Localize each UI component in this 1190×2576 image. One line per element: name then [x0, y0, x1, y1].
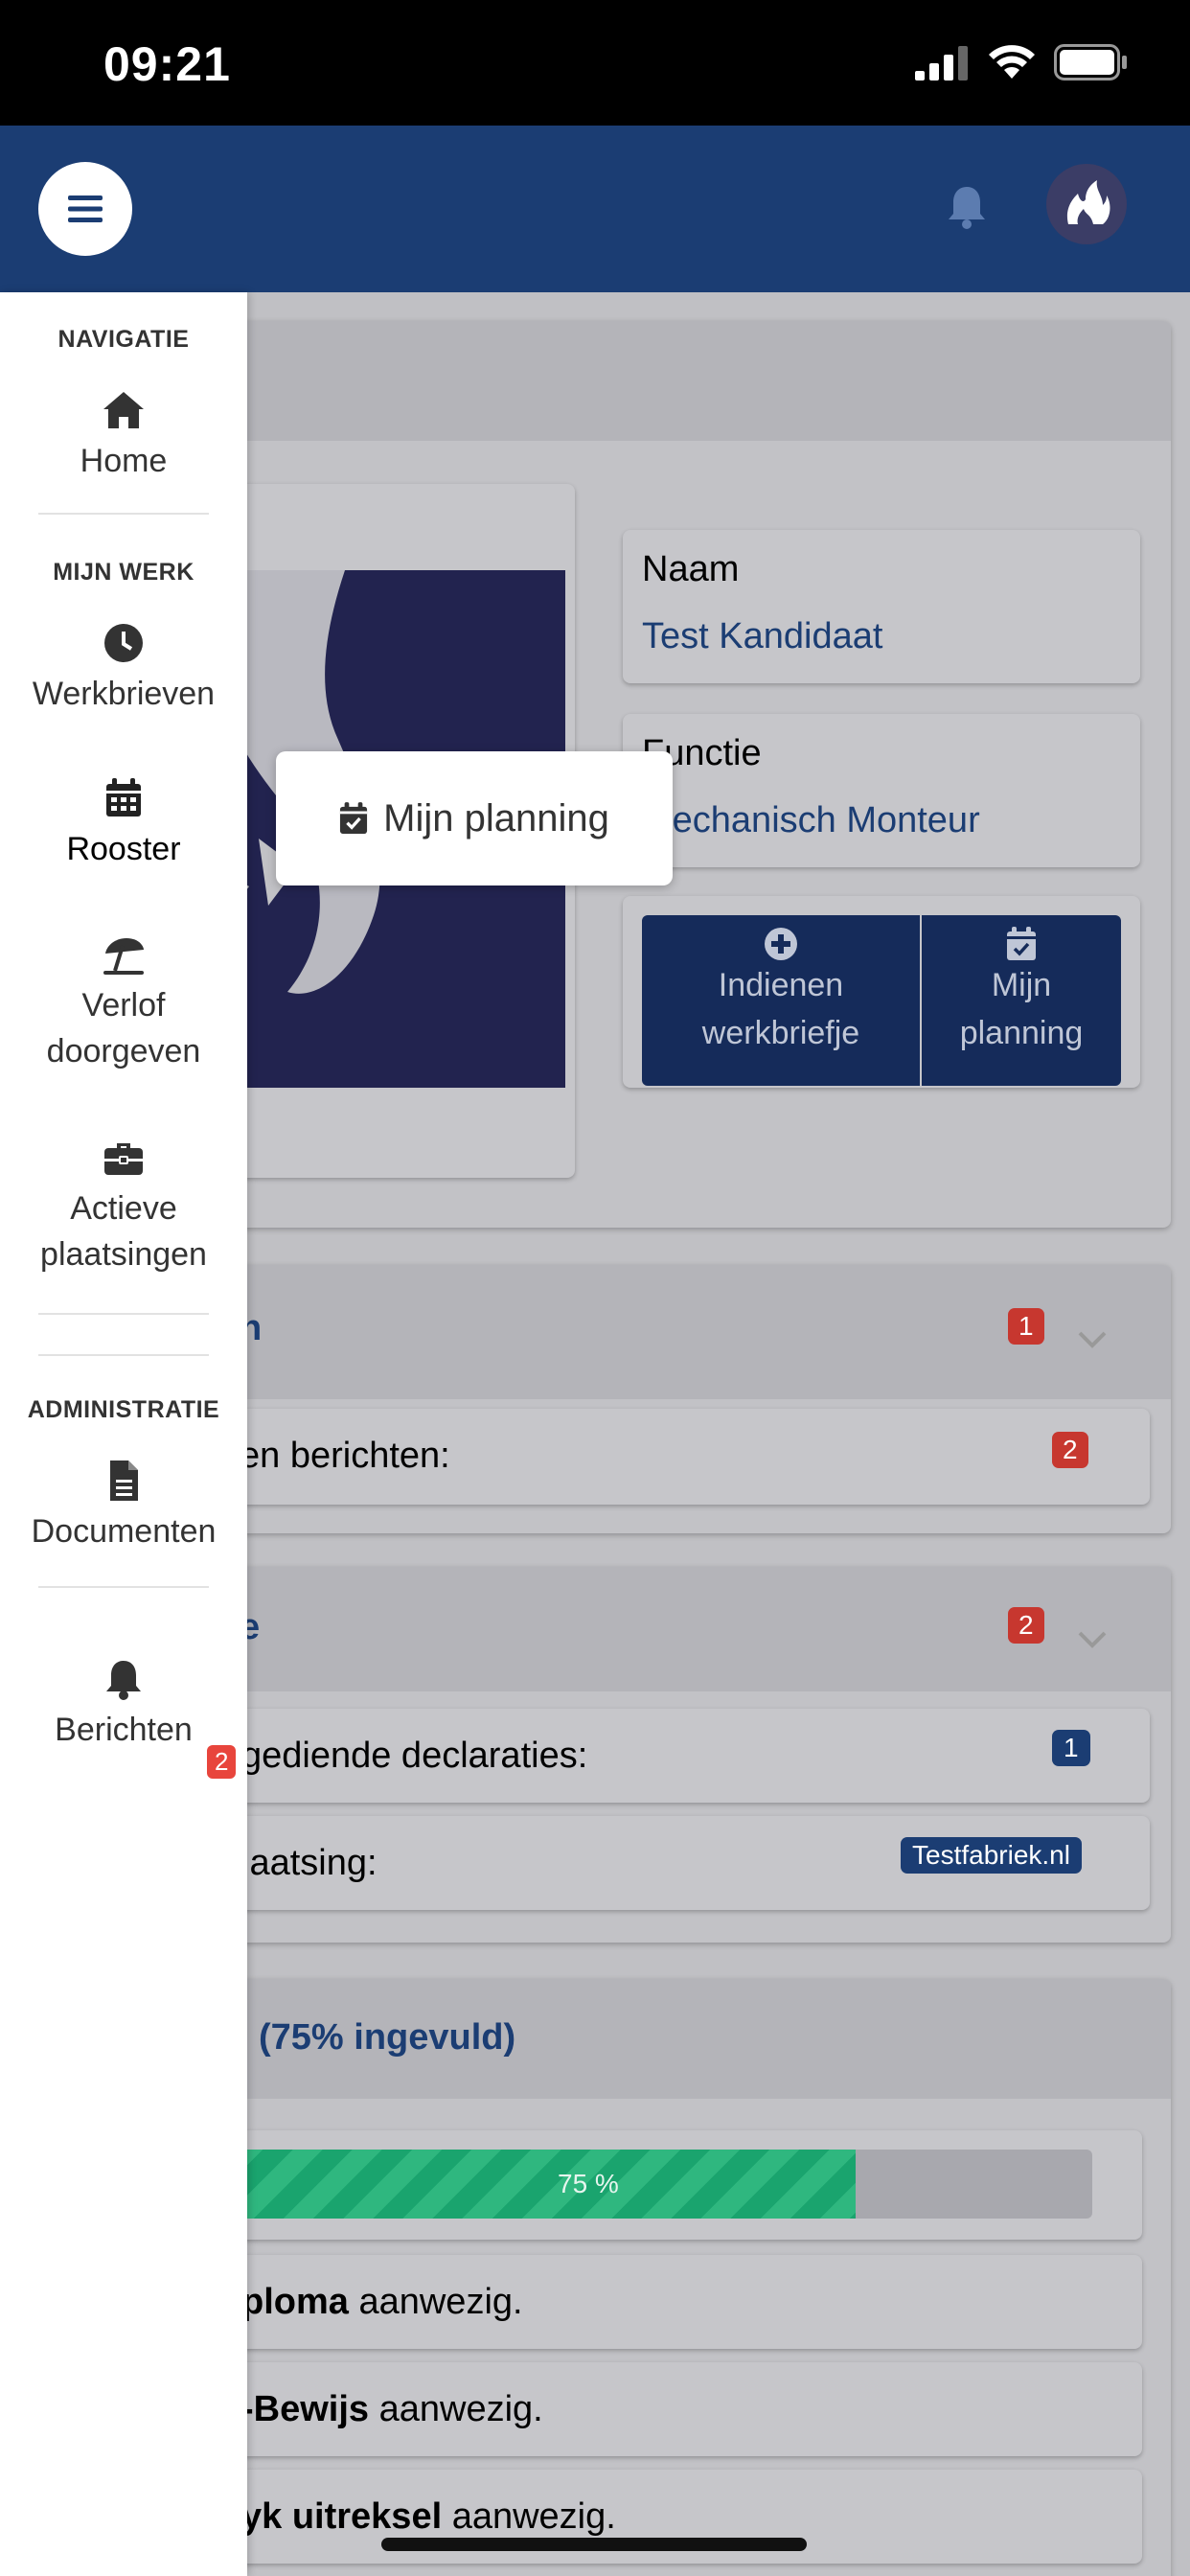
nav-label-documenten: Documenten: [31, 1513, 217, 1550]
planning-label: planning: [959, 1015, 1084, 1051]
naam-field: Naam Test Kandidaat: [623, 530, 1140, 683]
mijn-label: Mijn: [991, 967, 1052, 1003]
logo-icon: [1066, 180, 1110, 224]
document-item-bold: ploma: [241, 2282, 349, 2322]
document-item-text: yk uitreksel aanwezig.: [241, 2496, 616, 2538]
mijn-planning-tooltip: Mijn planning: [276, 751, 673, 886]
plaatsing-row-label: laatsing:: [241, 1843, 378, 1883]
document-icon: [110, 1460, 138, 1501]
nav-item-actieve-plaatsingen[interactable]: Actieve plaatsingen: [0, 1136, 247, 1277]
side-drawer: NAVIGATIE Home MIJN WERK Werkbrieven Roo…: [0, 292, 247, 2576]
documents-card: (75% ingevuld) 75 % ploma aanwezig. -Bew…: [134, 1979, 1171, 2576]
divider: [38, 513, 209, 515]
status-time: 09:21: [103, 37, 231, 91]
declaraties-row[interactable]: gediende declaraties: 1: [134, 1709, 1150, 1803]
plaatsing-row-badge: Testfabriek.nl: [901, 1837, 1082, 1874]
menu-button[interactable]: [38, 162, 132, 256]
progress-track: 75 %: [144, 2150, 1092, 2219]
messages-count-badge: 1: [1008, 1308, 1044, 1345]
beach-umbrella-icon: [103, 937, 144, 975]
berichten-badge: 2: [207, 1745, 237, 1779]
divider: [38, 1313, 209, 1315]
briefcase-icon: [104, 1143, 143, 1175]
document-item-bold: -Bewijs: [241, 2389, 370, 2429]
nav-label-verlof-1: Verlof: [81, 987, 166, 1024]
notification-bell-icon[interactable]: [947, 185, 987, 229]
status-bar: 09:21: [0, 0, 1190, 126]
nav-item-rooster[interactable]: Rooster: [0, 776, 247, 872]
declaraties-row-label: gediende declaraties:: [241, 1736, 588, 1776]
messages-card-header[interactable]: n 1: [144, 1265, 1171, 1399]
document-item-rest: aanwezig.: [348, 2282, 523, 2322]
progress-bar-fill: [144, 2150, 856, 2219]
nav-item-verlof[interactable]: Verlof doorgeven: [0, 932, 247, 1074]
calendar-check-icon: [1007, 927, 1036, 960]
functie-value: Mechanisch Monteur: [642, 800, 980, 840]
messages-card: n 1 en berichten: 2: [134, 1265, 1171, 1533]
messages-row[interactable]: en berichten: 2: [134, 1409, 1150, 1505]
wifi-icon: [989, 45, 1035, 79]
nav-label-verlof-2: doorgeven: [46, 1033, 201, 1070]
admin-card: e 2 gediende declaraties: 1 laatsing: Te…: [134, 1567, 1171, 1943]
divider: [38, 1586, 209, 1588]
nav-label-berichten: Berichten: [55, 1712, 193, 1748]
cellular-signal-icon: [915, 46, 968, 80]
mijn-planning-button[interactable]: Mijn planning: [922, 915, 1121, 1086]
profile-card-header: [144, 321, 1171, 441]
indienen-label: Indienen: [718, 967, 844, 1003]
nav-item-werkbrieven[interactable]: Werkbrieven: [0, 621, 247, 717]
declaraties-row-badge: 1: [1052, 1730, 1090, 1766]
hamburger-icon: [68, 196, 103, 222]
nav-label-werkbrieven: Werkbrieven: [32, 676, 216, 712]
section-navigatie: NAVIGATIE: [57, 326, 190, 353]
section-administratie: ADMINISTRATIE: [27, 1396, 220, 1423]
nav-label-actieve-1: Actieve: [70, 1190, 177, 1227]
functie-field: Functie Mechanisch Monteur: [623, 714, 1140, 867]
plaatsing-row[interactable]: laatsing: Testfabriek.nl: [134, 1816, 1150, 1910]
tooltip-label: Mijn planning: [383, 796, 609, 840]
progress-panel: 75 %: [134, 2130, 1142, 2240]
bell-icon: [106, 1661, 141, 1700]
action-buttons-panel: Indienen werkbriefje Mijn planning: [623, 896, 1140, 1088]
nav-item-berichten[interactable]: Berichten: [0, 1657, 247, 1753]
document-item: ploma aanwezig.: [134, 2255, 1142, 2349]
document-item-rest: aanwezig.: [369, 2389, 543, 2429]
app-header: [0, 126, 1190, 292]
nav-label-rooster: Rooster: [66, 831, 181, 867]
messages-row-badge: 2: [1052, 1432, 1088, 1468]
documents-card-title: (75% ingevuld): [259, 2017, 516, 2058]
indienen-werkbriefje-button[interactable]: Indienen werkbriefje: [642, 915, 920, 1086]
naam-value: Test Kandidaat: [642, 616, 883, 656]
nav-item-documenten[interactable]: Documenten: [0, 1459, 247, 1554]
battery-icon: [1054, 44, 1127, 80]
chevron-down-icon: [1078, 1631, 1107, 1648]
plus-circle-icon: [765, 928, 797, 960]
calendar-check-icon: [340, 802, 368, 834]
documents-card-header: (75% ingevuld): [144, 1979, 1171, 2099]
admin-count-badge: 2: [1008, 1607, 1044, 1644]
nav-label-home: Home: [80, 443, 168, 479]
document-item: -Bewijs aanwezig.: [134, 2362, 1142, 2456]
nav-item-home[interactable]: Home: [0, 388, 247, 484]
divider: [38, 1354, 209, 1356]
home-indicator[interactable]: [381, 2538, 807, 2551]
document-item-rest: aanwezig.: [442, 2496, 616, 2537]
progress-label: 75 %: [558, 2169, 619, 2198]
document-item-bold: yk uitreksel: [241, 2496, 443, 2537]
admin-card-header[interactable]: e 2: [144, 1567, 1171, 1691]
user-avatar[interactable]: [1046, 164, 1127, 244]
nav-label-actieve-2: plaatsingen: [40, 1236, 207, 1273]
werkbriefje-label: werkbriefje: [701, 1015, 860, 1051]
clock-icon: [104, 624, 143, 662]
document-item-text: -Bewijs aanwezig.: [241, 2389, 543, 2430]
naam-label: Naam: [642, 549, 740, 589]
calendar-icon: [106, 778, 141, 816]
document-item-text: ploma aanwezig.: [241, 2282, 523, 2323]
home-icon: [103, 392, 144, 428]
chevron-down-icon: [1078, 1331, 1107, 1348]
section-mijn-werk: MIJN WERK: [53, 559, 195, 586]
messages-row-label: en berichten:: [240, 1436, 450, 1476]
